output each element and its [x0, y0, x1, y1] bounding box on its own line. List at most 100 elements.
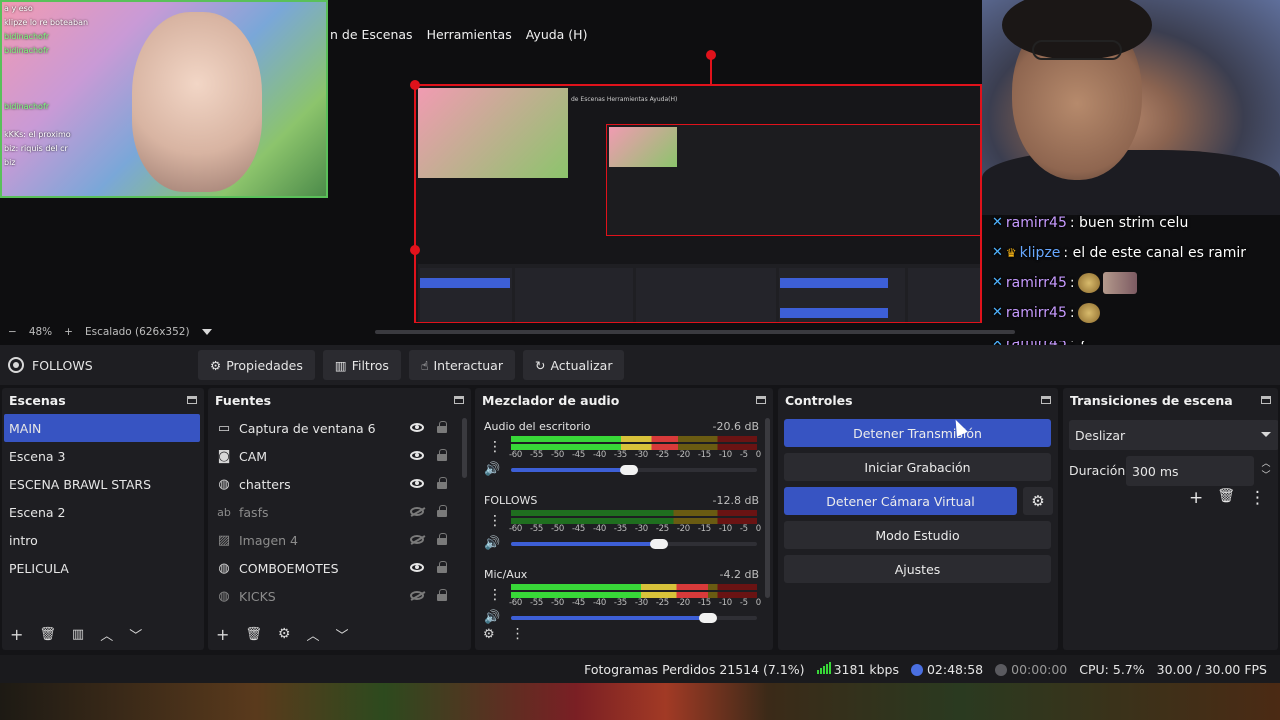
move-down-icon[interactable]: ﹀	[129, 625, 142, 644]
duration-stepper[interactable]: ︿ ﹀	[1259, 458, 1273, 482]
scene-item-escena-brawl-stars[interactable]: ESCENA BRAWL STARS	[2, 470, 204, 498]
sources-scrollbar[interactable]	[462, 418, 467, 478]
webcam-glasses	[1032, 40, 1122, 60]
channel-menu-icon[interactable]: ⋮	[488, 439, 502, 455]
volume-slider[interactable]	[511, 465, 757, 475]
scene-item-main[interactable]: MAIN	[4, 414, 200, 442]
recording-time-value: 00:00:00	[1011, 661, 1068, 677]
resize-handle-top[interactable]	[706, 50, 716, 60]
virtual-camera-settings-gear-icon[interactable]: ⚙	[1023, 487, 1053, 515]
undock-icon[interactable]	[1261, 396, 1271, 404]
trash-icon[interactable]: 🗑	[245, 627, 262, 642]
stepper-down-icon[interactable]: ﹀	[1259, 470, 1273, 482]
stop-stream-button[interactable]: Detener Transmisión	[784, 419, 1051, 447]
lock-icon[interactable]	[437, 421, 447, 434]
source-item-chatters[interactable]: ◍ chatters	[208, 470, 471, 498]
undock-icon[interactable]	[756, 396, 766, 404]
lock-icon[interactable]	[437, 477, 447, 490]
visibility-eye-icon[interactable]	[410, 421, 424, 435]
source-item-kicks[interactable]: ◍ KICKS	[208, 582, 471, 610]
speaker-icon[interactable]: 🔊	[484, 462, 500, 477]
preview-hscrollbar[interactable]	[375, 330, 1015, 334]
move-down-icon[interactable]: ﹀	[336, 625, 349, 644]
scene-item-intro[interactable]: intro	[2, 526, 204, 554]
lock-icon[interactable]	[437, 449, 447, 462]
visibility-eye-icon[interactable]	[410, 561, 424, 575]
meter-tick-label: -50	[550, 450, 564, 460]
undock-icon[interactable]	[187, 396, 197, 404]
add-source-icon[interactable]: +	[216, 625, 229, 644]
hidden-eye-icon[interactable]	[410, 505, 424, 519]
channel-menu-icon[interactable]: ⋮	[488, 587, 502, 603]
add-transition-icon[interactable]: +	[1189, 488, 1203, 508]
scale-label: Escalado (626x352)	[84, 326, 190, 338]
studio-mode-button[interactable]: Modo Estudio	[784, 521, 1051, 549]
stop-virtual-camera-button[interactable]: Detener Cámara Virtual	[784, 487, 1017, 515]
meter-tick-label: 0	[755, 598, 761, 608]
volume-knob[interactable]	[620, 465, 639, 475]
preview-canvas[interactable]: a y eso klipze lo re boteaban bidinachof…	[0, 0, 1280, 345]
channel-menu-icon[interactable]: ⋮	[488, 513, 502, 529]
start-recording-button[interactable]: Iniciar Grabación	[784, 453, 1051, 481]
move-up-icon[interactable]: ︿	[100, 625, 113, 644]
gear-icon: ⚙	[210, 357, 222, 373]
resize-handle-left[interactable]	[410, 245, 420, 255]
window-capture-source[interactable]: de Escenas Herramientas Ayuda(H)	[414, 84, 982, 324]
visibility-eye-icon[interactable]	[410, 449, 424, 463]
scene-label: Escena 2	[9, 504, 66, 520]
scene-item-pelicula[interactable]: PELICULA	[2, 554, 204, 582]
scene-filters-icon[interactable]: ▥	[72, 627, 84, 642]
lock-icon[interactable]	[437, 589, 447, 602]
settings-button[interactable]: Ajustes	[784, 555, 1051, 583]
refresh-button[interactable]: ↻ Actualizar	[522, 350, 625, 380]
game-capture-source[interactable]: a y eso klipze lo re boteaban bidinachof…	[0, 0, 328, 198]
undock-icon[interactable]	[1041, 396, 1051, 404]
source-item-imagen-4[interactable]: ▨ Imagen 4	[208, 526, 471, 554]
visibility-eye-icon[interactable]	[410, 477, 424, 491]
transition-select[interactable]: Deslizar	[1069, 420, 1278, 450]
nested-active-scene	[420, 278, 510, 288]
volume-knob[interactable]	[649, 539, 668, 549]
level-meter	[511, 584, 757, 590]
filters-button[interactable]: ▥ Filtros	[322, 350, 401, 380]
duration-input[interactable]: 300 ms	[1126, 456, 1254, 486]
speaker-icon[interactable]: 🔊	[484, 536, 500, 551]
mixer-menu-icon[interactable]: ⋮	[511, 626, 525, 642]
transition-menu-icon[interactable]: ⋮	[1249, 488, 1266, 508]
mixer-scrollbar[interactable]	[765, 418, 770, 598]
streaming-icon	[910, 664, 923, 676]
interact-button[interactable]: ☝ Interactuar	[408, 350, 515, 380]
refresh-icon: ↻	[534, 357, 546, 373]
hidden-eye-icon[interactable]	[410, 589, 424, 603]
lock-icon[interactable]	[437, 533, 447, 546]
volume-slider[interactable]	[511, 539, 757, 549]
hidden-eye-icon[interactable]	[410, 533, 424, 547]
source-item-captura[interactable]: ▭ Captura de ventana 6	[208, 414, 471, 442]
properties-button[interactable]: ⚙ Propiedades	[198, 350, 315, 380]
stepper-up-icon[interactable]: ︿	[1259, 458, 1273, 470]
source-item-cam[interactable]: ◙ CAM	[208, 442, 471, 470]
add-scene-icon[interactable]: +	[10, 625, 23, 644]
resize-handle-top-left[interactable]	[410, 80, 420, 90]
advanced-audio-icon[interactable]: ⚙	[483, 627, 495, 642]
level-meter	[511, 436, 757, 442]
meter-tick-label: -35	[613, 598, 627, 608]
lock-icon[interactable]	[437, 505, 447, 518]
scale-dropdown-icon[interactable]	[201, 329, 212, 335]
lock-icon[interactable]	[437, 561, 447, 574]
overlay-chat-line: a y eso	[4, 4, 33, 13]
undock-icon[interactable]	[454, 396, 464, 404]
scene-item-escena-3[interactable]: Escena 3	[2, 442, 204, 470]
scene-item-escena-2[interactable]: Escena 2	[2, 498, 204, 526]
gear-icon[interactable]: ⚙	[278, 626, 291, 642]
zoom-out-button[interactable]: −	[8, 326, 17, 338]
trash-icon[interactable]: 🗑	[39, 627, 56, 642]
hand-pointer-icon: ☝	[420, 357, 429, 373]
menu-help: Ayuda (H)	[525, 26, 588, 42]
zoom-in-button[interactable]: +	[64, 326, 73, 338]
move-up-icon[interactable]: ︿	[306, 625, 319, 644]
source-item-comboemotes[interactable]: ◍ COMBOEMOTES	[208, 554, 471, 582]
trash-icon[interactable]: 🗑	[1217, 488, 1235, 508]
source-item-fasfs[interactable]: ab fasfs	[208, 498, 471, 526]
webcam-source[interactable]	[982, 0, 1280, 215]
